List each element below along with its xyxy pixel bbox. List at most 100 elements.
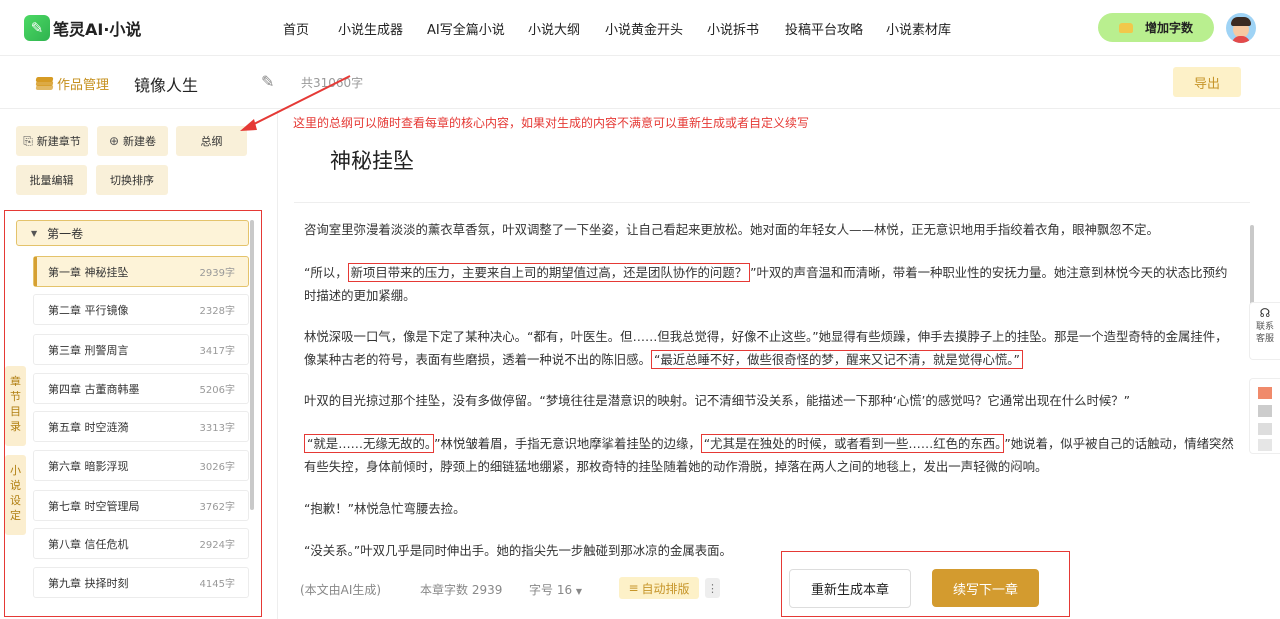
tab-settings-label: 小说设定: [10, 464, 21, 522]
plus-circle-icon: ⊕: [108, 134, 120, 148]
auto-layout-button[interactable]: ≡ 自动排版: [619, 577, 699, 599]
edit-title-icon[interactable]: ✎: [261, 72, 274, 91]
highlighted-sentence: 新项目带来的压力，主要来自上司的期望值过高，还是团队协作的问题？: [347, 263, 751, 282]
tab-chapter-directory[interactable]: 章节目录: [5, 366, 26, 446]
volume-label: 第一卷: [47, 226, 84, 241]
chapter-item[interactable]: 第二章 平行镜像 2328字: [33, 294, 249, 325]
avatar-shirt: [1232, 36, 1250, 43]
chapter-word-count: 5206字: [199, 385, 235, 396]
paragraph: 林悦深吸一口气，像是下定了某种决心。“都有，叶医生。但……但我总觉得，好像不止这…: [304, 325, 1239, 371]
user-avatar[interactable]: [1226, 13, 1256, 43]
paragraph: “所以， 新项目带来的压力，主要来自上司的期望值过高，还是团队协作的问题？ ”叶双的…: [304, 261, 1239, 307]
chapter-item[interactable]: 第一章 神秘挂坠 2939字: [33, 256, 249, 287]
logo-icon: ✎: [24, 15, 50, 41]
chapter-word-count: 2328字: [199, 306, 235, 317]
auto-layout-label: 自动排版: [641, 581, 690, 596]
new-volume-button[interactable]: ⊕ 新建卷: [97, 126, 168, 156]
chapter-title: 第六章 暗影浮现: [48, 459, 129, 473]
more-options-icon[interactable]: ⋮: [705, 578, 720, 598]
chapter-title: 第八章 信任危机: [48, 537, 129, 551]
chapter-item[interactable]: 第四章 古董商韩墨 5206字: [33, 373, 249, 404]
chapter-title: 第七章 时空管理局: [48, 499, 140, 513]
highlighted-sentence: “最近总睡不好，做些很奇怪的梦，醒来又记不清，就是觉得心慌。”: [650, 350, 1023, 369]
chapter-word-count: 2939字: [199, 268, 235, 279]
chapter-title: 第一章 神秘挂坠: [48, 265, 129, 279]
nav-book-breakdown[interactable]: 小说拆书: [707, 19, 759, 38]
top-navbar: ✎ 笔灵AI·小说 首页 小说生成器 AI写全篇小说 小说大纲 小说黄金开头 小…: [0, 0, 1280, 56]
chapter-word-count: 3417字: [199, 346, 235, 357]
chapter-word-count: 3313字: [199, 423, 235, 434]
paragraph: 叶双的目光掠过那个挂坠，没有多做停留。“梦境往往是潜意识的映射。记不清细节没关系…: [304, 393, 1131, 408]
regenerate-chapter-button[interactable]: 重新生成本章: [789, 569, 911, 608]
switch-sort-button[interactable]: 切换排序: [96, 165, 168, 195]
new-volume-label: 新建卷: [123, 135, 157, 148]
tab-directory-label: 章节目录: [10, 375, 21, 433]
chapter-title: 第九章 抉择时刻: [48, 576, 129, 590]
font-size-select[interactable]: 字号 16 ▼: [529, 581, 582, 598]
book-title: 镜像人生: [134, 76, 199, 95]
nav-material-library[interactable]: 小说素材库: [886, 19, 951, 38]
chapter-sidebar: ⎘ 新建章节 ⊕ 新建卷 总纲 批量编辑 切换排序 ▼ 第一卷 第一章 神秘挂坠…: [0, 110, 278, 619]
logo-text: 笔灵AI·小说: [53, 20, 142, 39]
coin-icon: [1118, 22, 1133, 33]
sidebar-scrollbar[interactable]: [250, 220, 254, 510]
customer-service-button[interactable]: ☊ 联系客服: [1249, 302, 1280, 360]
chapter-heading: 神秘挂坠: [330, 149, 414, 173]
annotation-text: 这里的总纲可以随时查看每章的核心内容，如果对生成的内容不满意可以重新生成或者自定…: [293, 116, 810, 130]
chapter-content[interactable]: 咨询室里弥漫着淡淡的薰衣草香氛，叶双调整了一下坐姿，让自己看起来更放松。她对面的…: [294, 202, 1250, 558]
logo[interactable]: ✎ 笔灵AI·小说: [24, 15, 141, 41]
nav-novel-outline[interactable]: 小说大纲: [528, 19, 580, 38]
highlighted-sentence: “尤其是在独处的时候，或者看到一些……红色的东西。: [700, 434, 1005, 453]
ai-generated-note: (本文由AI生成): [300, 583, 382, 597]
headset-icon: ☊: [1259, 306, 1271, 320]
paragraph: “没关系。”叶双几乎是同时伸出手。她的指尖先一步触碰到那冰凉的金属表面。: [304, 543, 732, 558]
volume-header[interactable]: ▼ 第一卷: [16, 220, 249, 246]
chapter-word-count: 4145字: [199, 579, 235, 590]
chapter-item[interactable]: 第八章 信任危机 2924字: [33, 528, 249, 559]
batch-edit-button[interactable]: 批量编辑: [16, 165, 87, 195]
nav-submission-guide[interactable]: 投稿平台攻略: [785, 19, 863, 38]
work-toolbar: 作品管理 镜像人生 ✎ 共31060字 导出: [0, 57, 1280, 109]
font-size-label: 字号 16: [529, 583, 573, 597]
nav-home[interactable]: 首页: [283, 19, 309, 38]
avatar-hair: [1231, 17, 1251, 26]
paragraph: “抱歉！”林悦急忙弯腰去捡。: [304, 501, 466, 516]
continue-next-chapter-button[interactable]: 续写下一章: [932, 569, 1039, 607]
chapter-item[interactable]: 第七章 时空管理局 3762字: [33, 490, 249, 521]
new-file-icon: ⎘: [23, 133, 33, 148]
chapter-item[interactable]: 第六章 暗影浮现 3026字: [33, 450, 249, 481]
nav-golden-opening[interactable]: 小说黄金开头: [605, 19, 683, 38]
nav-novel-generator[interactable]: 小说生成器: [338, 19, 403, 38]
chapter-item[interactable]: 第三章 刑警周言 3417字: [33, 334, 249, 365]
tab-novel-settings[interactable]: 小说设定: [5, 455, 26, 535]
chapter-item[interactable]: 第五章 时空涟漪 3313字: [33, 411, 249, 442]
chapter-word-count-footer: 本章字数 2939: [420, 583, 503, 597]
add-words-button[interactable]: 增加字数: [1098, 13, 1214, 42]
chapter-word-count: 3762字: [199, 502, 235, 513]
chapter-title: 第四章 古董商韩墨: [48, 382, 140, 396]
highlighted-sentence: “就是……无缘无故的。: [304, 434, 435, 453]
paragraph-text: “所以，: [304, 265, 348, 280]
new-chapter-button[interactable]: ⎘ 新建章节: [16, 126, 88, 156]
stack-icon: [35, 77, 54, 90]
total-word-count: 共31060字: [301, 76, 364, 90]
outline-button[interactable]: 总纲: [176, 126, 247, 156]
widget-block: [1258, 405, 1272, 417]
chapter-word-count: 2924字: [199, 540, 235, 551]
nav-ai-full-novel[interactable]: AI写全篇小说: [427, 19, 505, 38]
widget-block: [1258, 423, 1272, 435]
add-words-label: 增加字数: [1144, 21, 1193, 35]
export-button[interactable]: 导出: [1173, 67, 1241, 97]
caret-down-icon: ▼: [31, 228, 38, 238]
floating-widget[interactable]: [1249, 378, 1280, 454]
widget-block: [1258, 387, 1272, 399]
customer-service-label: 联系客服: [1256, 322, 1275, 344]
chapter-item[interactable]: 第九章 抉择时刻 4145字: [33, 567, 249, 598]
works-label: 作品管理: [57, 78, 110, 93]
works-management-link[interactable]: 作品管理: [35, 74, 110, 93]
caret-down-icon: ▼: [575, 587, 583, 596]
chapter-title: 第三章 刑警周言: [48, 343, 129, 357]
paragraph: “就是……无缘无故的。 ”林悦皱着眉，手指无意识地摩挲着挂坠的边缘， “尤其是在独处…: [304, 432, 1239, 478]
chapter-title: 第二章 平行镜像: [48, 303, 129, 317]
format-icon: ≡: [628, 581, 639, 595]
